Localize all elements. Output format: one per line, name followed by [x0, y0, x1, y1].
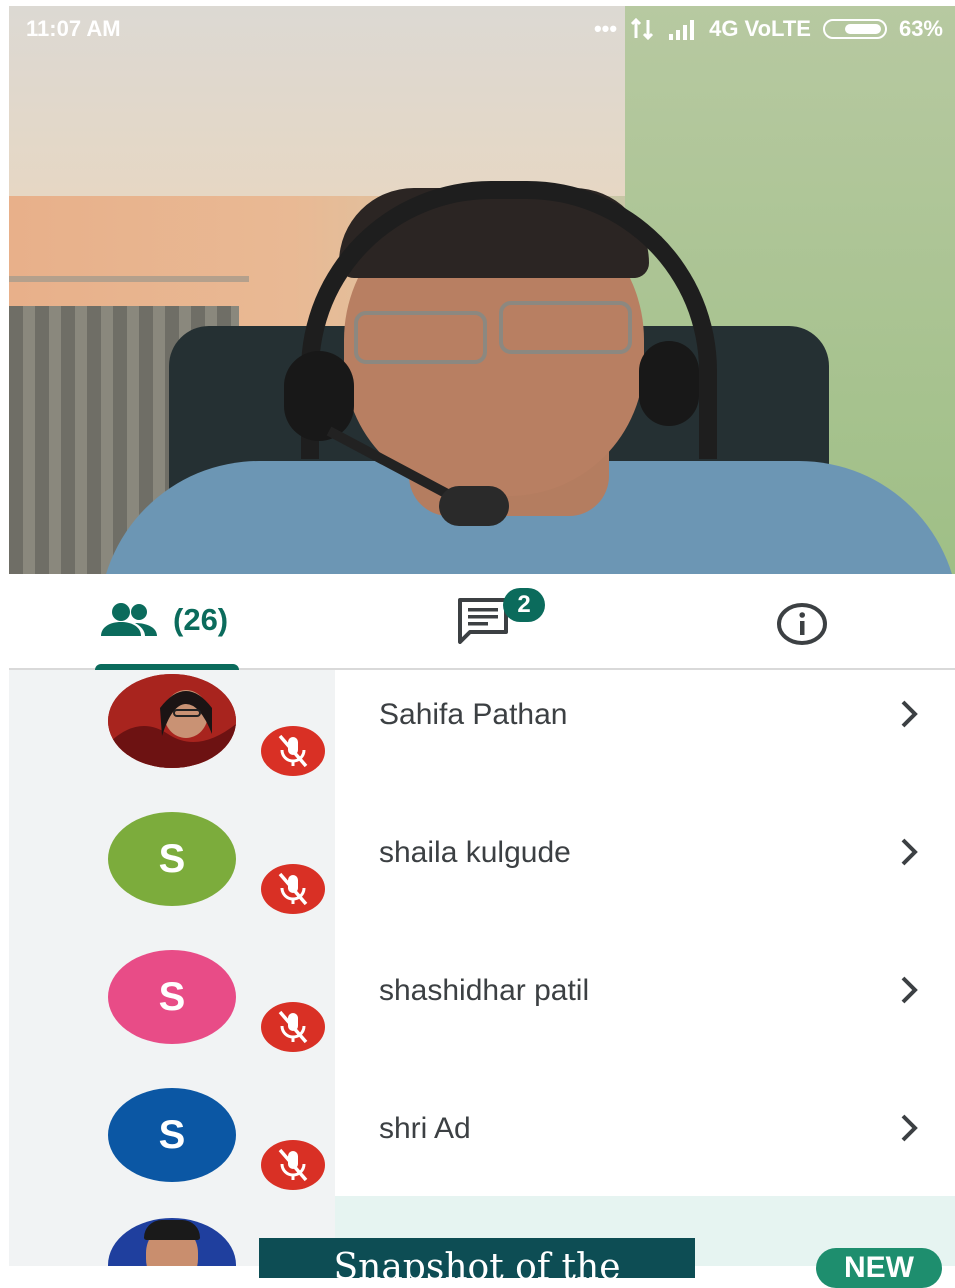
mic-off-indicator	[261, 726, 325, 776]
battery-percent: 63%	[898, 16, 943, 41]
status-icons: ••• 4G VoLTE 63%	[594, 16, 943, 42]
tab-info[interactable]	[775, 602, 829, 651]
mic-off-icon	[278, 1010, 308, 1044]
signal-icon	[669, 20, 695, 40]
participant-name: shri Ad	[379, 1112, 471, 1145]
mic-off-indicator	[261, 1140, 325, 1190]
video-headset	[284, 351, 354, 441]
participant-name: Sahifa Pathan	[379, 698, 568, 731]
avatar: S	[108, 812, 236, 906]
participant-row[interactable]: Sahifa Pathan	[9, 670, 955, 808]
avatar	[108, 674, 236, 768]
participant-row[interactable]: S shaila kulgude	[9, 808, 955, 946]
tab-people[interactable]: (26)	[99, 602, 228, 638]
mic-off-indicator	[261, 1002, 325, 1052]
new-badge[interactable]: NEW	[816, 1248, 942, 1288]
participant-row[interactable]: S shashidhar patil	[9, 946, 955, 1084]
people-icon	[101, 603, 157, 636]
avatar: S	[108, 1088, 236, 1182]
more-dots-icon: •••	[593, 16, 618, 41]
tab-bar: (26) 2	[9, 574, 955, 670]
avatar: S	[108, 950, 236, 1044]
chevron-right-icon[interactable]	[897, 836, 923, 868]
chevron-right-icon[interactable]	[897, 1112, 923, 1144]
mic-off-icon	[278, 1148, 308, 1182]
avatar-photo	[108, 674, 236, 768]
video-feed[interactable]	[9, 6, 955, 574]
video-background	[9, 276, 249, 282]
chevron-right-icon[interactable]	[897, 698, 923, 730]
participant-name: shaila kulgude	[379, 836, 571, 869]
video-headset	[639, 341, 699, 426]
participant-name: shashidhar patil	[379, 974, 590, 1007]
chevron-right-icon[interactable]	[897, 974, 923, 1006]
snapshot-toast: Snapshot of the	[259, 1238, 695, 1278]
status-bar: 11:07 AM ••• 4G VoLTE 63%	[0, 0, 955, 58]
info-icon	[777, 603, 827, 645]
battery-icon	[822, 19, 887, 39]
people-count: (26)	[173, 602, 229, 637]
avatar-photo	[144, 1220, 200, 1240]
mic-off-icon	[278, 734, 308, 768]
video-headset	[439, 486, 509, 526]
mic-off-icon	[278, 872, 308, 906]
network-type: 4G VoLTE	[709, 16, 811, 41]
mic-off-indicator	[261, 864, 325, 914]
participant-list[interactable]: Sahifa Pathan S shaila kulgude S shashid	[9, 670, 955, 1266]
status-time: 11:07 AM	[26, 16, 121, 41]
chat-badge: 2	[503, 588, 545, 622]
data-arrows-icon	[631, 18, 654, 40]
